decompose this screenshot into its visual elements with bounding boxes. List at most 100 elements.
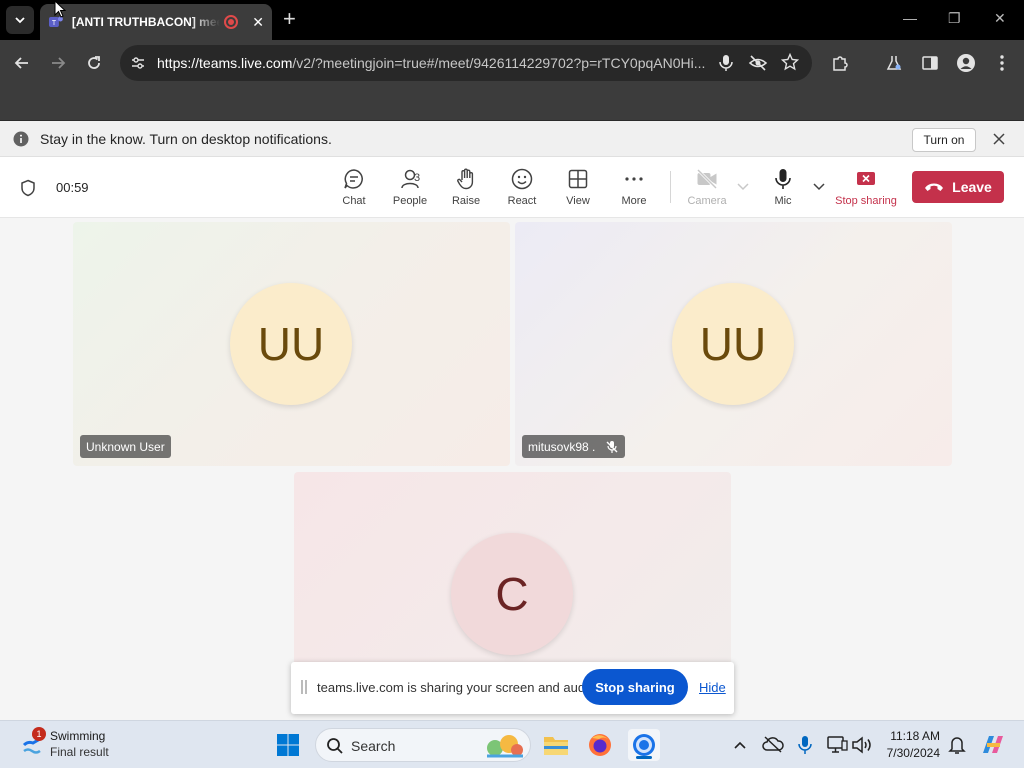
profile-button[interactable] — [955, 52, 977, 74]
people-count: 3 — [414, 172, 421, 184]
meeting-timer: 00:59 — [56, 180, 89, 195]
more-vertical-icon — [1000, 55, 1004, 71]
grid-icon — [568, 169, 588, 189]
new-tab-button[interactable]: + — [283, 8, 296, 30]
camera-options-chevron-icon[interactable] — [737, 183, 749, 191]
stop-sharing-button[interactable]: Stop sharing — [582, 669, 688, 705]
participant-tile[interactable]: UU mitusovk98 . — [515, 222, 952, 466]
bell-icon[interactable] — [948, 735, 966, 755]
site-settings-icon[interactable] — [128, 53, 148, 73]
folder-icon — [544, 737, 568, 755]
restore-button[interactable]: ❐ — [948, 10, 961, 27]
phone-hangup-icon — [925, 183, 944, 191]
notification-text: Stay in the know. Turn on desktop notifi… — [40, 131, 332, 147]
view-label: View — [566, 195, 590, 207]
microphone-icon[interactable] — [717, 53, 735, 73]
side-panel-button[interactable] — [919, 52, 941, 74]
search-placeholder: Search — [351, 738, 396, 754]
taskbar-chrome[interactable] — [628, 729, 660, 761]
close-icon[interactable] — [991, 131, 1007, 147]
people-label: People — [392, 195, 428, 207]
browser-toolbar: https://teams.live.com/v2/?meetingjoin=t… — [0, 40, 1024, 86]
shield-icon — [21, 179, 35, 197]
address-bar[interactable]: https://teams.live.com/v2/?meetingjoin=t… — [120, 45, 812, 81]
participant-name: Unknown User — [86, 439, 165, 454]
minimize-button[interactable]: — — [903, 10, 917, 26]
url-text: https://teams.live.com/v2/?meetingjoin=t… — [157, 55, 706, 71]
chrome-icon — [633, 734, 655, 756]
active-app-indicator — [636, 756, 652, 759]
tab-search-button[interactable] — [6, 6, 34, 34]
react-button[interactable]: React — [494, 167, 550, 207]
back-button[interactable] — [11, 52, 33, 74]
taskbar-firefox[interactable] — [584, 729, 616, 761]
camera-label: Camera — [687, 195, 727, 207]
participant-tile[interactable]: UU Unknown User — [73, 222, 510, 466]
hide-link[interactable]: Hide — [699, 680, 726, 695]
tab-title: [ANTI TRUTHBACON] meeting — [71, 15, 221, 29]
start-button[interactable] — [272, 729, 304, 761]
participant-name-tag: Unknown User — [80, 435, 171, 458]
camera-button[interactable]: Camera — [679, 167, 735, 207]
reload-button[interactable] — [83, 52, 105, 74]
emoji-icon — [511, 168, 533, 190]
browser-tab-active[interactable]: T [ANTI TRUTHBACON] meeting ✕ — [40, 4, 272, 40]
screen-sharing-bar: teams.live.com is sharing your screen an… — [291, 662, 734, 714]
mouse-cursor-icon — [54, 0, 66, 18]
turn-on-notifications-button[interactable]: Turn on — [912, 128, 976, 152]
chevron-up-icon[interactable] — [733, 738, 747, 752]
chat-icon — [344, 169, 363, 189]
search-highlight-icon — [487, 735, 523, 758]
labs-button[interactable] — [883, 52, 905, 74]
chat-label: Chat — [342, 195, 366, 207]
forward-button[interactable] — [47, 52, 69, 74]
avatar: UU — [672, 283, 794, 405]
cloud-off-icon[interactable] — [762, 735, 784, 753]
participant-tile[interactable]: C — [294, 472, 731, 672]
flask-icon — [886, 56, 902, 70]
mic-options-chevron-icon[interactable] — [813, 183, 825, 191]
more-button[interactable]: More — [606, 167, 662, 207]
browser-bookmarks-area — [0, 86, 1024, 121]
stop-sharing-toolbar-button[interactable]: Stop sharing — [832, 167, 900, 207]
chat-button[interactable]: Chat — [326, 167, 382, 207]
taskbar-file-explorer[interactable] — [540, 729, 572, 761]
drag-handle-icon[interactable] — [301, 680, 307, 694]
copilot-icon[interactable] — [980, 733, 1006, 757]
more-label: More — [621, 195, 647, 207]
search-icon — [327, 738, 343, 754]
eye-off-icon[interactable] — [748, 53, 768, 73]
sharing-message: teams.live.com is sharing your screen an… — [317, 680, 599, 695]
stop-sharing-label: Stop sharing — [835, 195, 897, 207]
people-button[interactable]: 3 People — [382, 167, 438, 207]
display-icon[interactable] — [826, 735, 848, 755]
leave-button[interactable]: Leave — [912, 171, 1004, 203]
mic-off-icon — [606, 440, 618, 453]
window-close-button[interactable]: ✕ — [994, 10, 1006, 27]
firefox-icon — [589, 734, 611, 756]
browser-menu-button[interactable] — [991, 52, 1013, 74]
extensions-button[interactable] — [829, 52, 851, 74]
avatar: C — [451, 533, 573, 655]
recording-icon — [224, 15, 239, 29]
reload-icon — [88, 56, 100, 69]
view-button[interactable]: View — [550, 167, 606, 207]
tab-close-button[interactable]: ✕ — [252, 14, 264, 31]
clock-time[interactable]: 11:18 AM — [880, 729, 940, 743]
clock-date[interactable]: 7/30/2024 — [880, 746, 940, 760]
microphone-icon[interactable] — [797, 735, 813, 755]
arrow-right-icon — [52, 57, 66, 69]
avatar: UU — [230, 283, 352, 405]
raise-hand-button[interactable]: Raise — [438, 167, 494, 207]
speaker-icon[interactable] — [851, 735, 873, 755]
chevron-down-icon — [15, 17, 25, 24]
notification-bar: Stay in the know. Turn on desktop notifi… — [0, 121, 1024, 157]
taskbar-search[interactable]: Search — [315, 728, 531, 762]
stop-share-icon — [857, 172, 875, 185]
star-icon[interactable] — [781, 53, 799, 71]
raise-label: Raise — [451, 195, 481, 207]
hand-icon — [457, 168, 474, 190]
mic-label: Mic — [774, 195, 792, 207]
meeting-control-bar: 00:59 Chat 3 People Raise React View Mor… — [0, 157, 1024, 218]
mic-button[interactable]: Mic — [755, 167, 811, 207]
